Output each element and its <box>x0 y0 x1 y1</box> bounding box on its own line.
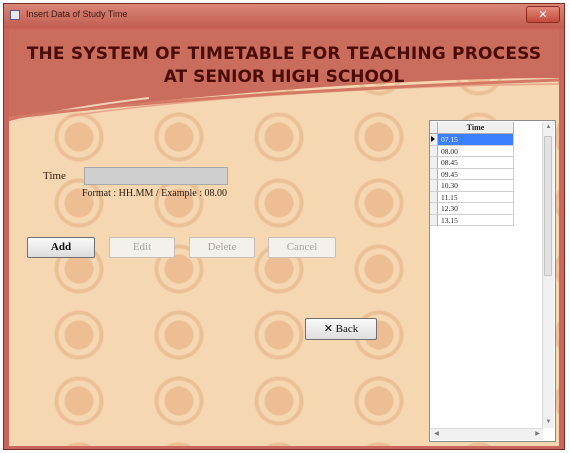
window-title: Insert Data of Study Time <box>26 9 128 19</box>
row-header-cell[interactable] <box>430 203 438 215</box>
time-input[interactable] <box>84 167 228 185</box>
row-header-cell[interactable] <box>430 191 438 203</box>
grid-corner <box>430 122 438 134</box>
grid-header-row: Time <box>430 122 514 134</box>
grid-rows: 07.15 08.00 08.45 09.45 10.30 11.15 12.30 13.15 <box>430 134 514 226</box>
scroll-right-icon[interactable]: ▶ <box>532 429 543 440</box>
time-cell[interactable]: 13.15 <box>438 214 514 226</box>
app-icon <box>10 10 20 20</box>
scroll-down-icon[interactable]: ▼ <box>543 417 554 428</box>
app-window: Insert Data of Study Time ✕ THE SYSTEM O… <box>3 3 565 450</box>
row-header-cell[interactable] <box>430 134 438 146</box>
close-icon: ✕ <box>538 9 548 21</box>
add-button[interactable]: Add <box>27 237 95 258</box>
time-cell[interactable]: 12.30 <box>438 203 514 215</box>
page-subtitle: AT SENIOR HIGH SCHOOL <box>163 67 405 87</box>
time-grid[interactable]: Time 07.15 08.00 08.45 09.45 10.30 11.15 12.30… <box>429 120 556 442</box>
table-row[interactable]: 08.45 <box>430 157 514 169</box>
table-row[interactable]: 13.15 <box>430 214 514 226</box>
scroll-thumb[interactable] <box>544 136 552 276</box>
page-title: THE SYSTEM OF TIMETABLE FOR TEACHING PRO… <box>26 44 542 64</box>
row-header-cell[interactable] <box>430 145 438 157</box>
table-row[interactable]: 08.00 <box>430 145 514 157</box>
time-cell[interactable]: 07.15 <box>438 134 514 146</box>
row-header-cell[interactable] <box>430 180 438 192</box>
title-bar[interactable]: Insert Data of Study Time ✕ <box>4 4 564 28</box>
vertical-scrollbar[interactable]: ▲ ▼ <box>542 122 554 428</box>
format-hint: Format : HH.MM / Example : 08.00 <box>82 188 227 199</box>
close-button[interactable]: ✕ <box>526 6 560 23</box>
row-header-cell[interactable] <box>430 214 438 226</box>
back-button[interactable]: ✕ Back <box>305 318 377 340</box>
time-cell[interactable]: 08.00 <box>438 145 514 157</box>
table-row[interactable]: 10.30 <box>430 180 514 192</box>
delete-button[interactable]: Delete <box>189 237 255 258</box>
table-row[interactable]: 12.30 <box>430 203 514 215</box>
cancel-button[interactable]: Cancel <box>268 237 336 258</box>
row-header-cell[interactable] <box>430 157 438 169</box>
time-cell[interactable]: 09.45 <box>438 168 514 180</box>
row-header-cell[interactable] <box>430 168 438 180</box>
current-row-arrow-icon <box>431 136 435 142</box>
header-banner: THE SYSTEM OF TIMETABLE FOR TEACHING PRO… <box>9 30 559 122</box>
time-label: Time <box>43 170 66 182</box>
time-cell[interactable]: 08.45 <box>438 157 514 169</box>
table-row[interactable]: 07.15 <box>430 134 514 146</box>
time-cell[interactable]: 11.15 <box>438 191 514 203</box>
table-row[interactable]: 11.15 <box>430 191 514 203</box>
scroll-left-icon[interactable]: ◀ <box>431 429 442 440</box>
table-row[interactable]: 09.45 <box>430 168 514 180</box>
time-cell[interactable]: 10.30 <box>438 180 514 192</box>
horizontal-scrollbar[interactable]: ◀ ▶ <box>431 428 543 440</box>
edit-button[interactable]: Edit <box>109 237 175 258</box>
scroll-up-icon[interactable]: ▲ <box>543 122 554 133</box>
column-header-time[interactable]: Time <box>438 122 514 134</box>
form-area: THE SYSTEM OF TIMETABLE FOR TEACHING PRO… <box>9 30 559 446</box>
